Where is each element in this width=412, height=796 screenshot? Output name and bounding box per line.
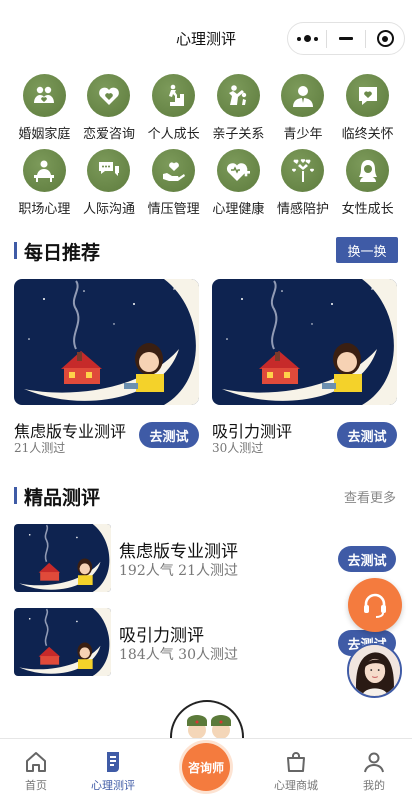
category-item[interactable]: 情压管理 xyxy=(141,149,206,217)
shopping-bag-icon xyxy=(287,752,305,772)
test-cover-image xyxy=(212,279,397,405)
category-item[interactable]: 临终关怀 xyxy=(335,74,400,142)
test-title: 吸引力测评 xyxy=(119,626,204,646)
go-test-button[interactable]: 去测试 xyxy=(139,422,199,448)
category-item[interactable]: 个人成长 xyxy=(141,74,206,142)
category-grid: 婚姻家庭 恋爱咨询 个人成长 亲子关系 青少年 临终关怀 职场心理 人际沟通 情… xyxy=(12,74,400,217)
category-label: 个人成长 xyxy=(147,127,200,142)
customer-service-button[interactable] xyxy=(348,578,402,632)
category-label: 女性成长 xyxy=(341,202,394,217)
test-count: 21人测过 xyxy=(14,441,66,455)
home-icon xyxy=(26,752,46,772)
daily-recommend-header: 每日推荐 换一换 xyxy=(14,237,398,265)
recommend-card[interactable]: 吸引力测评 30人测过 去测试 xyxy=(212,279,397,455)
teen-icon xyxy=(281,74,325,117)
category-item[interactable]: 人际沟通 xyxy=(77,149,142,217)
health-heart-icon xyxy=(216,149,260,192)
top-nav-bar: 心理测评 xyxy=(0,0,412,76)
category-item[interactable]: 青少年 xyxy=(271,74,336,142)
category-item[interactable]: 女性成长 xyxy=(335,149,400,217)
minimize-button[interactable] xyxy=(327,23,365,54)
category-item[interactable]: 情感陪护 xyxy=(271,149,336,217)
test-count: 30人测过 xyxy=(212,441,264,455)
more-menu-button[interactable] xyxy=(288,23,326,54)
mini-program-capsule xyxy=(287,22,405,55)
family-icon xyxy=(22,74,66,117)
headset-icon xyxy=(364,593,386,618)
category-label: 恋爱咨询 xyxy=(82,127,135,142)
featured-list-item[interactable]: 吸引力测评 184人气 30人测过 去测试 xyxy=(14,608,398,676)
category-item[interactable]: 恋爱咨询 xyxy=(77,74,142,142)
heart-bubble-icon xyxy=(346,74,390,117)
section-title: 精品测评 xyxy=(24,487,101,509)
featured-header: 精品测评 查看更多 xyxy=(14,482,398,510)
go-test-button[interactable]: 去测试 xyxy=(337,422,397,448)
mascot-image xyxy=(170,700,244,740)
love-hearts-icon xyxy=(87,74,131,117)
view-more-link[interactable]: 查看更多 xyxy=(344,487,396,506)
more-dots-icon xyxy=(296,35,318,42)
chat-bubbles-icon xyxy=(87,149,131,192)
climbing-stairs-icon xyxy=(152,74,196,117)
test-meta: 192人气 21人测过 xyxy=(119,563,238,579)
category-label: 临终关怀 xyxy=(341,127,394,142)
category-label: 婚姻家庭 xyxy=(18,127,71,142)
heart-tree-icon xyxy=(281,149,325,192)
office-worker-icon xyxy=(22,149,66,192)
category-label: 亲子关系 xyxy=(212,127,265,142)
hand-heart-icon xyxy=(152,149,196,192)
category-item[interactable]: 婚姻家庭 xyxy=(12,74,77,142)
category-label: 职场心理 xyxy=(18,202,71,217)
tab-consultant-button[interactable]: 咨询师 xyxy=(182,743,230,791)
tab-mine[interactable]: 我的 xyxy=(334,739,412,796)
category-label: 情感陪护 xyxy=(276,202,329,217)
category-label: 心理健康 xyxy=(212,202,265,217)
category-label: 情压管理 xyxy=(147,202,200,217)
parent-child-icon xyxy=(216,74,260,117)
go-test-button[interactable]: 去测试 xyxy=(338,546,396,572)
user-icon xyxy=(364,752,384,773)
tab-label: 心理商城 xyxy=(274,779,318,792)
featured-list-item[interactable]: 焦虑版专业测评 192人气 21人测过 去测试 xyxy=(14,524,398,592)
tab-assessment[interactable]: 心理测评 xyxy=(73,739,153,796)
tab-label: 我的 xyxy=(363,779,385,792)
woman-icon xyxy=(346,149,390,192)
tab-label: 首页 xyxy=(25,779,47,792)
test-cover-image xyxy=(14,279,199,405)
category-item[interactable]: 职场心理 xyxy=(12,149,77,217)
category-label: 青少年 xyxy=(283,127,323,142)
section-title: 每日推荐 xyxy=(24,242,101,264)
counselor-avatar[interactable] xyxy=(347,643,402,698)
test-cover-image xyxy=(14,608,111,676)
test-cover-image xyxy=(14,524,111,592)
tab-mall[interactable]: 心理商城 xyxy=(256,739,336,796)
scroll-document-icon xyxy=(107,752,119,772)
test-meta: 184人气 30人测过 xyxy=(119,647,238,663)
test-title: 焦虑版专业测评 xyxy=(119,542,238,562)
category-item[interactable]: 心理健康 xyxy=(206,149,271,217)
tab-home[interactable]: 首页 xyxy=(0,739,76,796)
minus-icon xyxy=(339,37,353,40)
close-miniprogram-button[interactable] xyxy=(366,23,404,54)
target-circle-icon xyxy=(376,30,394,47)
category-label: 人际沟通 xyxy=(82,202,135,217)
recommend-card[interactable]: 焦虑版专业测评 21人测过 去测试 xyxy=(14,279,199,455)
tab-label: 心理测评 xyxy=(91,779,135,792)
refresh-button[interactable]: 换一换 xyxy=(336,237,398,263)
category-item[interactable]: 亲子关系 xyxy=(206,74,271,142)
